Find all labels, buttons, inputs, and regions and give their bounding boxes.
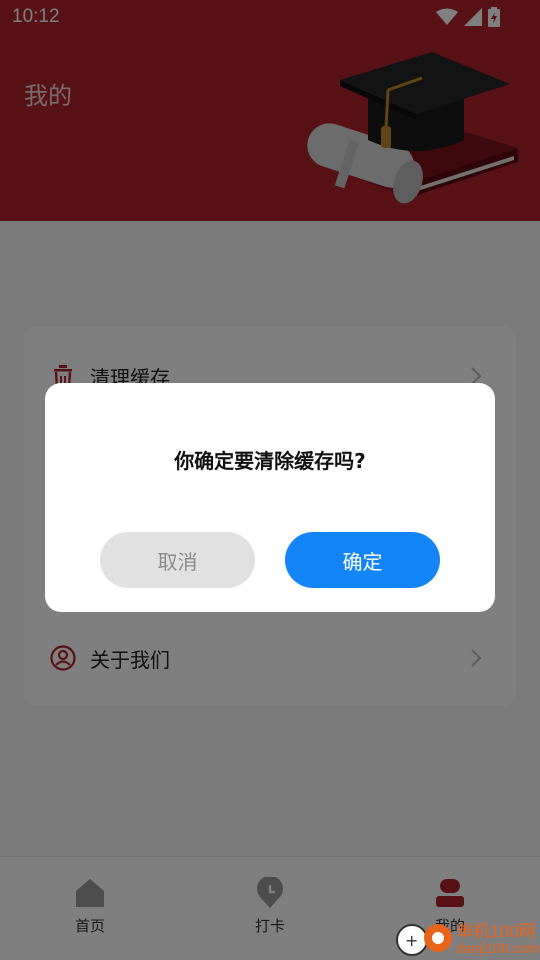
dialog-message: 你确定要清除缓存吗?: [174, 449, 366, 473]
watermark-brand: 单机100网: [456, 922, 536, 941]
cancel-button[interactable]: 取消: [100, 532, 255, 588]
watermark-logo-icon: +: [396, 924, 452, 956]
svg-text:+: +: [405, 931, 418, 950]
confirm-button[interactable]: 确定: [285, 532, 440, 588]
confirm-dialog: 你确定要清除缓存吗? 取消 确定: [45, 383, 495, 612]
watermark-domain: danji100.com: [456, 940, 540, 956]
site-watermark: + 单机100网 danji100.com: [388, 914, 540, 960]
